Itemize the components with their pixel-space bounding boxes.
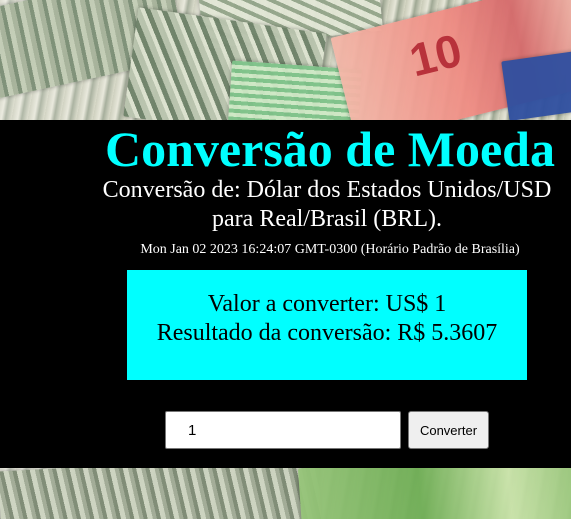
result-box: Valor a converter: US$ 1 Resultado da co… bbox=[127, 270, 527, 380]
conversion-result: Resultado da conversão: R$ 5.3607 bbox=[156, 320, 498, 346]
banknotes-background-bottom bbox=[0, 468, 571, 519]
dollar-bill-image bbox=[0, 468, 322, 519]
convert-button[interactable]: Converter bbox=[408, 411, 489, 449]
eu-flag-graphic bbox=[501, 49, 571, 120]
timestamp: Mon Jan 02 2023 16:24:07 GMT-0300 (Horár… bbox=[140, 242, 520, 257]
conversion-subtitle: Conversão de: Dólar dos Estados Unidos/U… bbox=[102, 177, 552, 232]
value-to-convert: Valor a converter: US$ 1 bbox=[207, 291, 447, 317]
page-title: Conversão de Moeda bbox=[105, 121, 555, 177]
banknotes-background-top: 10 bbox=[0, 0, 571, 120]
euro-bill-image bbox=[297, 468, 571, 519]
amount-input[interactable] bbox=[165, 411, 401, 449]
